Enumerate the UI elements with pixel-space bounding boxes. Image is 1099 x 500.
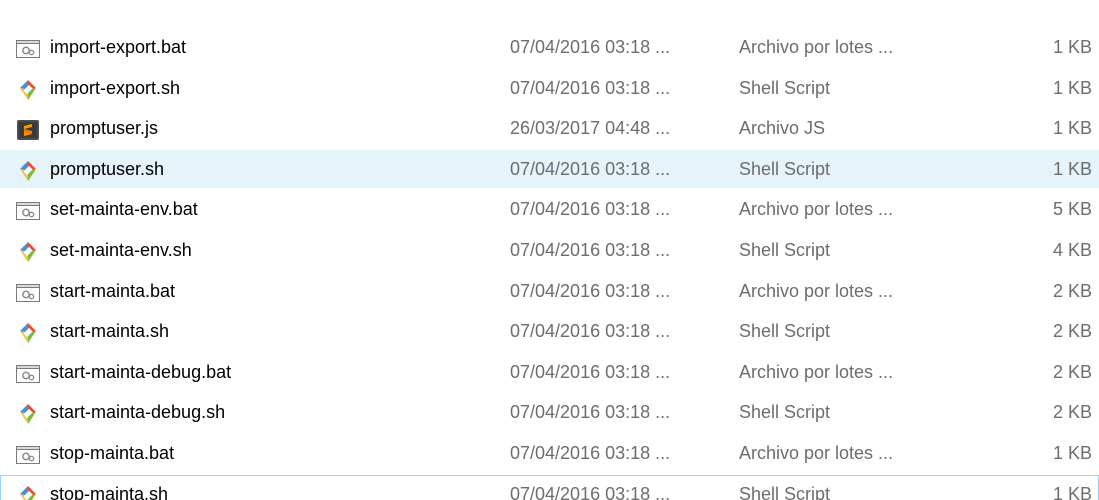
name-cell: start-mainta.bat xyxy=(15,273,495,309)
date-modified: 07/04/2016 03:18 ... xyxy=(510,77,671,98)
file-size: 1 KB xyxy=(1052,118,1092,139)
date-modified: 07/04/2016 03:18 ... xyxy=(510,402,671,423)
file-type: Archivo por lotes ... xyxy=(739,443,894,463)
file-row-import-export-bat[interactable]: import-export.bat 07/04/2016 03:18 ... A… xyxy=(0,28,1099,66)
file-type: Shell Script xyxy=(739,483,831,500)
file-size: 1 KB xyxy=(1052,483,1092,500)
file-name: stop-mainta.sh xyxy=(50,483,169,500)
sublime-js-file-icon xyxy=(15,117,41,141)
file-size: 1 KB xyxy=(1052,77,1092,98)
name-cell: promptuser.js xyxy=(15,110,495,146)
name-cell: start-mainta.sh xyxy=(15,313,495,349)
name-cell: set-mainta-env.sh xyxy=(15,232,495,268)
date-modified: 26/03/2017 04:48 ... xyxy=(510,118,671,139)
file-type: Archivo por lotes ... xyxy=(739,361,894,382)
batch-file-icon xyxy=(15,280,41,302)
file-name: import-export.sh xyxy=(50,77,181,98)
file-name: start-mainta.sh xyxy=(50,321,170,342)
name-cell: start-mainta-debug.sh xyxy=(15,394,495,430)
git-shell-script-icon xyxy=(15,77,41,100)
file-name: set-mainta-env.sh xyxy=(50,240,192,260)
file-size: 1 KB xyxy=(1052,37,1092,57)
file-name: import-export.bat xyxy=(50,37,187,57)
name-cell: import-export.sh xyxy=(15,70,495,106)
file-row-stop-mainta-sh[interactable]: stop-mainta.sh 07/04/2016 03:18 ... Shel… xyxy=(0,474,1099,500)
file-name: start-mainta.bat xyxy=(50,280,176,301)
file-type: Shell Script xyxy=(739,321,831,342)
file-name: promptuser.sh xyxy=(50,158,165,179)
batch-file-icon xyxy=(15,198,41,221)
file-type: Shell Script xyxy=(739,402,831,423)
file-row-stop-mainta-bat[interactable]: stop-mainta.bat 07/04/2016 03:18 ... Arc… xyxy=(0,434,1099,472)
file-size: 2 KB xyxy=(1052,280,1092,301)
date-modified: 07/04/2016 03:18 ... xyxy=(510,361,671,382)
date-modified: 07/04/2016 03:18 ... xyxy=(510,199,671,220)
date-modified: 07/04/2016 03:18 ... xyxy=(510,158,671,179)
file-row-start-mainta-bat[interactable]: start-mainta.bat 07/04/2016 03:18 ... Ar… xyxy=(0,272,1099,310)
git-shell-script-icon xyxy=(15,483,41,500)
file-name: promptuser.js xyxy=(50,118,159,139)
name-cell: set-mainta-env.bat xyxy=(15,191,495,227)
name-cell: import-export.bat xyxy=(15,29,495,65)
partial-folder-row[interactable] xyxy=(0,0,1099,8)
file-size: 2 KB xyxy=(1052,361,1092,382)
file-row-start-mainta-sh[interactable]: start-mainta.sh 07/04/2016 03:18 ... She… xyxy=(0,312,1099,350)
batch-file-icon xyxy=(15,442,41,464)
file-type: Archivo por lotes ... xyxy=(739,199,894,220)
git-shell-script-icon xyxy=(15,239,41,262)
batch-file-icon xyxy=(15,361,41,383)
file-row-promptuser-js[interactable]: promptuser.js 26/03/2017 04:48 ... Archi… xyxy=(0,109,1099,147)
date-modified: 07/04/2016 03:18 ... xyxy=(510,37,671,57)
file-type: Shell Script xyxy=(739,77,831,98)
file-type: Archivo JS xyxy=(739,118,826,139)
git-shell-script-icon xyxy=(15,320,41,344)
file-size: 2 KB xyxy=(1052,402,1092,423)
name-cell: stop-mainta.sh xyxy=(15,476,495,500)
file-type: Archivo por lotes ... xyxy=(739,280,894,301)
file-size: 5 KB xyxy=(1052,199,1092,220)
git-shell-script-icon xyxy=(15,158,41,181)
file-type: Shell Script xyxy=(739,158,831,179)
file-row-start-mainta-debug-bat[interactable]: start-mainta-debug.bat 07/04/2016 03:18 … xyxy=(0,353,1099,391)
file-row-set-mainta-env-bat[interactable]: set-mainta-env.bat 07/04/2016 03:18 ... … xyxy=(0,190,1099,228)
file-name: stop-mainta.bat xyxy=(50,443,175,463)
file-row-import-export-sh[interactable]: import-export.sh 07/04/2016 03:18 ... Sh… xyxy=(0,69,1099,107)
date-modified: 07/04/2016 03:18 ... xyxy=(510,280,671,301)
file-row-promptuser-sh[interactable]: promptuser.sh 07/04/2016 03:18 ... Shell… xyxy=(0,149,1099,188)
file-name: start-mainta-debug.sh xyxy=(50,402,226,423)
git-shell-script-icon xyxy=(15,401,41,425)
date-modified: 07/04/2016 03:18 ... xyxy=(510,443,671,463)
file-row-start-mainta-debug-sh[interactable]: start-mainta-debug.sh 07/04/2016 03:18 .… xyxy=(0,393,1099,431)
file-list: import-export.bat 07/04/2016 03:18 ... A… xyxy=(0,0,1099,500)
file-size: 1 KB xyxy=(1052,443,1092,463)
file-name: set-mainta-env.bat xyxy=(50,199,198,220)
date-modified: 07/04/2016 03:18 ... xyxy=(510,240,671,260)
file-row-set-mainta-env-sh[interactable]: set-mainta-env.sh 07/04/2016 03:18 ... S… xyxy=(0,231,1099,269)
file-type: Shell Script xyxy=(739,240,831,260)
file-size: 4 KB xyxy=(1052,240,1092,260)
file-size: 1 KB xyxy=(1052,158,1092,179)
file-name: start-mainta-debug.bat xyxy=(50,361,232,382)
name-cell: promptuser.sh xyxy=(15,151,495,187)
name-cell: start-mainta-debug.bat xyxy=(15,354,495,390)
batch-file-icon xyxy=(15,36,41,58)
date-modified: 07/04/2016 03:18 ... xyxy=(510,321,671,342)
name-cell: stop-mainta.bat xyxy=(15,435,495,471)
file-size: 2 KB xyxy=(1052,321,1092,342)
file-type: Archivo por lotes ... xyxy=(739,37,894,57)
date-modified: 07/04/2016 03:18 ... xyxy=(510,483,671,500)
